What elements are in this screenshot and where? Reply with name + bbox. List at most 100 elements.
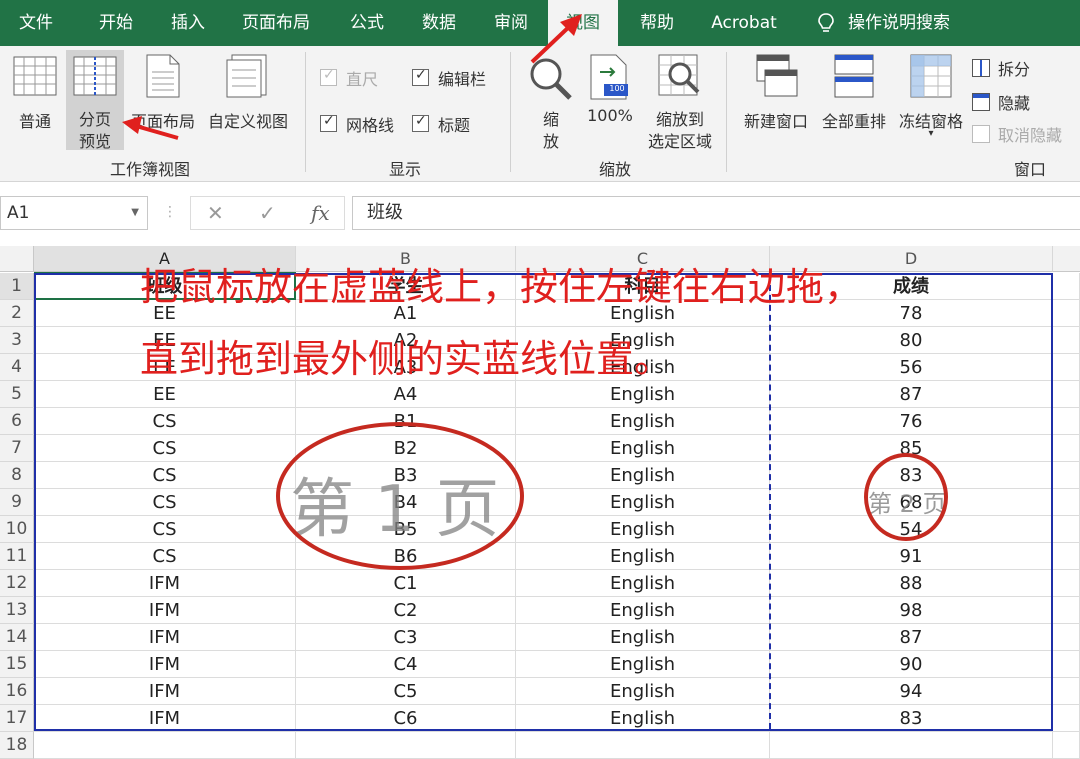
cell[interactable]: 88 [770, 570, 1053, 597]
formula-bar-checkbox[interactable]: ✓ [412, 67, 429, 86]
cell[interactable]: English [516, 705, 770, 732]
cell[interactable]: English [516, 543, 770, 570]
cell[interactable]: IFM [34, 678, 296, 705]
ruler-checkbox[interactable]: ✓ [320, 67, 337, 86]
row-header[interactable]: 12 [0, 570, 34, 597]
tab-view[interactable]: 视图 [548, 0, 618, 46]
cell[interactable]: 80 [770, 327, 1053, 354]
cell[interactable] [1053, 435, 1080, 462]
cell[interactable]: English [516, 462, 770, 489]
page-break-preview-button[interactable]: 分页 预览 [66, 50, 124, 151]
row-header[interactable]: 14 [0, 624, 34, 651]
select-all-corner[interactable] [0, 246, 34, 272]
cell[interactable]: English [516, 678, 770, 705]
row-header[interactable]: 9 [0, 489, 34, 516]
column-header-e[interactable] [1053, 246, 1080, 272]
cell[interactable] [1053, 624, 1080, 651]
tab-help[interactable]: 帮助 [622, 0, 692, 46]
cell[interactable]: English [516, 624, 770, 651]
cell[interactable] [1053, 516, 1080, 543]
cell[interactable]: A4 [296, 381, 516, 408]
cell[interactable]: B1 [296, 408, 516, 435]
cell[interactable]: 90 [770, 651, 1053, 678]
cell[interactable] [1053, 651, 1080, 678]
row-header[interactable]: 8 [0, 462, 34, 489]
cell[interactable] [1053, 705, 1080, 732]
cell[interactable]: C2 [296, 597, 516, 624]
cell[interactable]: English [516, 408, 770, 435]
tab-data[interactable]: 数据 [404, 0, 474, 46]
cell[interactable]: 54 [770, 516, 1053, 543]
row-header[interactable]: 18 [0, 732, 34, 759]
freeze-panes-button[interactable]: 冻结窗格 ▾ [894, 52, 968, 152]
new-window-button[interactable]: 新建窗口 [738, 52, 814, 132]
custom-views-button[interactable]: 自定义视图 [202, 52, 294, 132]
cell[interactable]: 87 [770, 624, 1053, 651]
cell[interactable] [1053, 489, 1080, 516]
zoom-button[interactable]: 缩 放 [524, 52, 578, 152]
cell[interactable]: CS [34, 543, 296, 570]
cell[interactable] [1053, 327, 1080, 354]
cell[interactable]: English [516, 516, 770, 543]
name-box[interactable]: A1 ▼ [0, 196, 148, 230]
row-header[interactable]: 4 [0, 354, 34, 381]
cell[interactable] [1053, 408, 1080, 435]
cell[interactable] [516, 732, 770, 759]
normal-view-button[interactable]: 普通 [6, 52, 64, 132]
cell[interactable]: CS [34, 408, 296, 435]
cell[interactable]: English [516, 381, 770, 408]
cell[interactable] [1053, 462, 1080, 489]
unhide-button[interactable]: 取消隐藏 [998, 122, 1062, 146]
cell[interactable]: English [516, 597, 770, 624]
tab-file[interactable]: 文件 [0, 0, 72, 46]
tell-me-search[interactable]: 操作说明搜索 [848, 0, 968, 46]
tab-home[interactable]: 开始 [80, 0, 152, 46]
row-header[interactable]: 1 [0, 273, 34, 300]
tab-insert[interactable]: 插入 [152, 0, 224, 46]
cell[interactable]: C5 [296, 678, 516, 705]
arrange-all-button[interactable]: 全部重排 [816, 52, 892, 132]
cell[interactable] [1053, 300, 1080, 327]
cell[interactable]: English [516, 651, 770, 678]
tab-review[interactable]: 审阅 [476, 0, 546, 46]
enter-icon[interactable]: ✓ [259, 201, 276, 225]
cell[interactable]: CS [34, 516, 296, 543]
cell[interactable]: English [516, 570, 770, 597]
zoom-to-selection-button[interactable]: 缩放到 选定区域 [642, 52, 718, 152]
cell[interactable]: EE [34, 381, 296, 408]
row-header[interactable]: 15 [0, 651, 34, 678]
tab-formulas[interactable]: 公式 [332, 0, 402, 46]
cell[interactable]: 85 [770, 435, 1053, 462]
row-header[interactable]: 17 [0, 705, 34, 732]
tab-page-layout[interactable]: 页面布局 [230, 0, 322, 46]
split-button[interactable]: 拆分 [998, 56, 1030, 80]
headings-checkbox[interactable]: ✓ [412, 113, 429, 132]
cell[interactable] [1053, 732, 1080, 759]
cell[interactable]: IFM [34, 705, 296, 732]
cell[interactable]: 91 [770, 543, 1053, 570]
zoom-100-button[interactable]: 100 100% [582, 52, 638, 132]
row-header[interactable]: 10 [0, 516, 34, 543]
cell[interactable] [34, 732, 296, 759]
cancel-icon[interactable]: ✕ [207, 201, 224, 225]
row-header[interactable]: 5 [0, 381, 34, 408]
cell[interactable]: 76 [770, 408, 1053, 435]
cell[interactable]: 56 [770, 354, 1053, 381]
cell[interactable]: C3 [296, 624, 516, 651]
row-header[interactable]: 11 [0, 543, 34, 570]
page-layout-view-button[interactable]: 页面布局 [126, 52, 200, 132]
cell[interactable]: IFM [34, 624, 296, 651]
cell[interactable]: CS [34, 435, 296, 462]
cell[interactable] [1053, 570, 1080, 597]
insert-function-icon[interactable]: fx [311, 201, 330, 225]
cell[interactable] [1053, 381, 1080, 408]
cell[interactable]: English [516, 489, 770, 516]
row-header[interactable]: 3 [0, 327, 34, 354]
cell[interactable]: 83 [770, 705, 1053, 732]
cell[interactable]: C1 [296, 570, 516, 597]
tab-acrobat[interactable]: Acrobat [700, 0, 788, 46]
cell[interactable]: C6 [296, 705, 516, 732]
row-header[interactable]: 16 [0, 678, 34, 705]
cell[interactable]: 94 [770, 678, 1053, 705]
gridlines-checkbox[interactable]: ✓ [320, 113, 337, 132]
